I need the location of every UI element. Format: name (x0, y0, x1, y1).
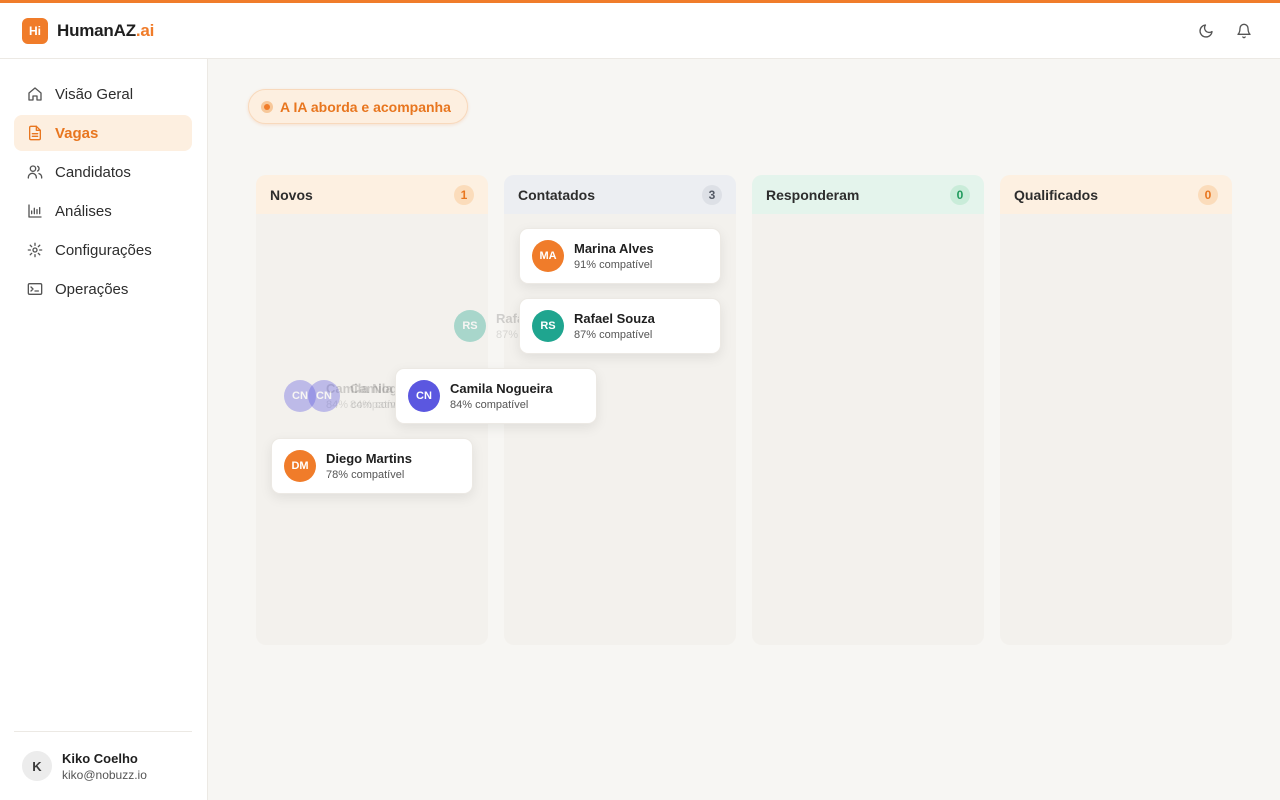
candidate-card-marina-alves[interactable]: MA Marina Alves 91% compatível (519, 228, 721, 284)
candidate-name: Rafael Souza (574, 311, 655, 326)
user-profile[interactable]: K Kiko Coelho kiko@nobuzz.io (14, 731, 192, 800)
sidebar-item-label: Visão Geral (55, 85, 134, 103)
sidebar-item-operacoes[interactable]: Operações (14, 271, 192, 307)
candidate-card-diego-martins[interactable]: DM Diego Martins 78% compatível (271, 438, 473, 494)
sidebar-item-label: Operações (55, 280, 129, 298)
candidate-match: 91% compatível (574, 259, 653, 271)
candidate-match: 78% compatível (326, 469, 405, 481)
document-icon (27, 125, 43, 141)
ai-status-pill: A IA aborda e acompanha (248, 89, 468, 124)
column-header: Novos 1 (256, 175, 488, 214)
column-title: Qualificados (1014, 186, 1099, 203)
column-header: Responderam 0 (752, 175, 984, 214)
sidebar-item-label: Vagas (55, 124, 99, 142)
users-icon (27, 164, 43, 180)
sidebar-item-candidatos[interactable]: Candidatos (14, 154, 192, 190)
sidebar: Visão Geral Vagas Candidatos Análises Co… (0, 59, 208, 800)
sidebar-nav: Visão Geral Vagas Candidatos Análises Co… (0, 59, 207, 307)
brand-name-accent: .ai (135, 20, 155, 40)
column-count-badge: 0 (950, 184, 970, 205)
column-count-badge: 3 (702, 184, 722, 205)
column-count-badge: 1 (454, 184, 474, 205)
candidate-name: Marina Alves (574, 241, 654, 256)
status-dot-icon (261, 100, 273, 113)
column-title: Contatados (518, 186, 595, 203)
ai-status-label: A IA aborda e acompanha (280, 98, 451, 115)
avatar: CN (408, 380, 440, 412)
column-header: Contatados 3 (504, 175, 736, 214)
brand-name-main: HumanAZ (57, 20, 136, 40)
column-header: Qualificados 0 (1000, 175, 1232, 214)
column-count-badge: 0 (1198, 184, 1218, 205)
candidate-match: 84% compatível (450, 399, 529, 411)
sidebar-item-label: Configurações (55, 241, 152, 259)
terminal-icon (27, 281, 43, 297)
sidebar-item-configuracoes[interactable]: Configurações (14, 232, 192, 268)
avatar: K (22, 751, 52, 781)
brand-name[interactable]: HumanAZ.ai (57, 21, 154, 41)
candidate-card-camila-nogueira[interactable]: CN Camila Nogueira 84% compatível (395, 368, 597, 424)
avatar: RS (532, 310, 564, 342)
column-title: Responderam (766, 186, 860, 203)
bell-icon[interactable] (1234, 21, 1254, 41)
moon-icon[interactable] (1196, 21, 1216, 41)
candidate-name: Camila Nogueira (450, 381, 553, 396)
column-qualificados: Qualificados 0 (1000, 175, 1232, 645)
logo-icon: Hi (22, 17, 48, 44)
home-icon (27, 86, 43, 102)
column-responderam: Responderam 0 (752, 175, 984, 645)
user-email: kiko@nobuzz.io (62, 767, 147, 782)
candidate-name: Diego Martins (326, 451, 412, 466)
user-name: Kiko Coelho (62, 750, 138, 766)
sidebar-item-vagas[interactable]: Vagas (14, 115, 192, 151)
sidebar-item-label: Candidatos (55, 163, 131, 181)
gear-icon (27, 242, 43, 258)
chart-icon (27, 203, 43, 219)
avatar: MA (532, 240, 564, 272)
sidebar-item-visao-geral[interactable]: Visão Geral (14, 76, 192, 112)
sidebar-item-label: Análises (55, 202, 112, 220)
app-header: Hi HumanAZ.ai (0, 3, 1280, 59)
sidebar-item-analises[interactable]: Análises (14, 193, 192, 229)
column-title: Novos (270, 186, 313, 203)
candidate-match: 87% compatível (574, 329, 653, 341)
candidate-card-rafael-souza[interactable]: RS Rafael Souza 87% compatível (519, 298, 721, 354)
avatar: DM (284, 450, 316, 482)
